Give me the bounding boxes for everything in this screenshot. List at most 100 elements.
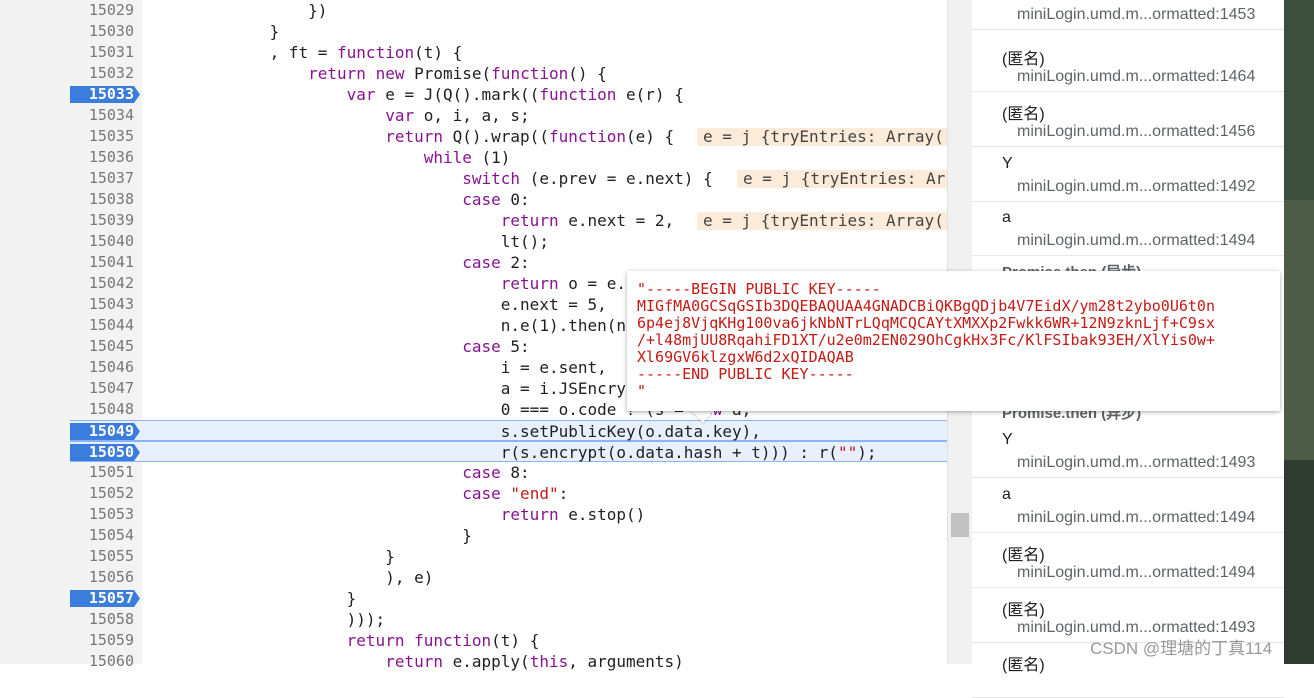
code-text: e.next = 5, [154, 295, 607, 314]
watermark: CSDN @理塘的丁真114 [1090, 639, 1273, 658]
frame-location-link[interactable]: miniLogin.umd.m...ormatted:1494 [1017, 564, 1255, 582]
code-line[interactable]: 15036 while (1) [70, 147, 947, 168]
editor-left-margin [0, 0, 70, 664]
code-text: switch (e.prev = e.next) { [462, 169, 713, 188]
code-line[interactable]: 15050 r(s.encrypt(o.data.hash + t))) : r… [70, 441, 947, 462]
line-number[interactable]: 15045 [70, 336, 134, 357]
call-frame[interactable]: ↑ miniLogin.umd.m...ormatted:1453 [972, 0, 1284, 30]
line-number[interactable]: 15043 [70, 294, 134, 315]
code-line[interactable]: 15040 lt(); [70, 231, 947, 252]
code-line[interactable]: 15059 return function(t) { [70, 630, 947, 651]
frame-location-link[interactable]: miniLogin.umd.m...ormatted:1456 [1017, 123, 1255, 141]
code-text: return e.next = 2, [500, 211, 675, 230]
frame-location-link[interactable]: miniLogin.umd.m...ormatted:1494 [1017, 509, 1255, 527]
line-number[interactable]: 15047 [70, 378, 134, 399]
call-frame[interactable]: (匿名) miniLogin.umd.m...ormatted:1456 [972, 93, 1284, 147]
code-text: lt(); [154, 232, 549, 251]
line-number[interactable]: 15058 [70, 609, 134, 630]
code-line[interactable]: 15055 } [70, 546, 947, 567]
line-number[interactable]: 15051 [70, 462, 134, 483]
frame-location-link[interactable]: miniLogin.umd.m...ormatted:1453 [1017, 6, 1255, 24]
frame-function-name: (匿名) [1002, 602, 1045, 619]
line-number[interactable]: 15050 [70, 442, 134, 463]
line-number[interactable]: 15036 [70, 147, 134, 168]
code-text: ))); [154, 610, 386, 629]
code-line[interactable]: 15049 s.setPublicKey(o.data.key), [70, 420, 947, 441]
code-text: }) [154, 1, 328, 20]
call-frame[interactable]: a miniLogin.umd.m...ormatted:1494 [972, 479, 1284, 533]
code-text: } [154, 22, 280, 41]
frame-location-link[interactable]: miniLogin.umd.m...ormatted:1494 [1017, 232, 1255, 250]
code-line[interactable]: 15060 return e.apply(this, arguments) [70, 651, 947, 672]
line-number[interactable]: 15041 [70, 252, 134, 273]
frame-location-link[interactable]: miniLogin.umd.m...ormatted:1464 [1017, 68, 1255, 86]
call-frame[interactable]: a miniLogin.umd.m...ormatted:1494 [972, 202, 1284, 256]
code-text: case 8: [462, 463, 530, 482]
inline-value-15039: e = j {tryEntries: Array( [697, 212, 950, 230]
code-line[interactable]: 15056 ), e) [70, 567, 947, 588]
line-number[interactable]: 15046 [70, 357, 134, 378]
code-line[interactable]: 15029 }) [70, 0, 947, 21]
code-line[interactable]: 15038 case 0: [70, 189, 947, 210]
line-number[interactable]: 15053 [70, 504, 134, 525]
line-number[interactable]: 15033 [70, 84, 134, 105]
code-text: while (1) [423, 148, 511, 167]
code-text: } [154, 589, 357, 608]
code-line[interactable]: 15053 return e.stop() [70, 504, 947, 525]
public-key-value[interactable]: "-----BEGIN PUBLIC KEY----- MIGfMA0GCSqG… [637, 281, 1272, 400]
line-number[interactable]: 15032 [70, 63, 134, 84]
call-frame[interactable]: YminiLogin.umd.m...ormatted:1493 [972, 424, 1284, 478]
code-text: } [154, 526, 472, 545]
code-line[interactable]: 15052 case "end": [70, 483, 947, 504]
code-line[interactable]: 15058 ))); [70, 609, 947, 630]
scrollbar-thumb[interactable] [951, 513, 969, 537]
variable-preview-popover[interactable]: "-----BEGIN PUBLIC KEY----- MIGfMA0GCSqG… [627, 271, 1280, 411]
line-number[interactable]: 15044 [70, 315, 134, 336]
line-number[interactable]: 15035 [70, 126, 134, 147]
code-line[interactable]: 15030 } [70, 21, 947, 42]
frame-function-name: (匿名) [1002, 51, 1045, 68]
code-text: } [154, 547, 395, 566]
line-number[interactable]: 15052 [70, 483, 134, 504]
line-number[interactable]: 15029 [70, 0, 134, 21]
line-number[interactable]: 15055 [70, 546, 134, 567]
code-text: return new Promise(function() { [308, 64, 607, 83]
line-number[interactable]: 15037 [70, 168, 134, 189]
line-number[interactable]: 15042 [70, 273, 134, 294]
line-number[interactable]: 15057 [70, 588, 134, 609]
frame-function-name: Y [1002, 431, 1013, 448]
line-number[interactable]: 15034 [70, 105, 134, 126]
code-line[interactable]: 15033 var e = J(Q().mark((function e(r) … [70, 84, 947, 105]
frame-function-name: (匿名) [1002, 547, 1045, 564]
code-line[interactable]: 15041 case 2: [70, 252, 947, 273]
line-number[interactable]: 15060 [70, 651, 134, 672]
line-number[interactable]: 15049 [70, 421, 134, 442]
frame-function-name: (匿名) [1002, 106, 1045, 123]
line-number[interactable]: 15048 [70, 399, 134, 420]
code-line[interactable]: 15031 , ft = function(t) { [70, 42, 947, 63]
frame-location-link[interactable]: miniLogin.umd.m...ormatted:1492 [1017, 178, 1255, 196]
line-number[interactable]: 15031 [70, 42, 134, 63]
call-frame[interactable]: (匿名) miniLogin.umd.m...ormatted:1464 [972, 38, 1284, 92]
code-text: i = e.sent, [154, 358, 607, 377]
line-number[interactable]: 15030 [70, 21, 134, 42]
code-line[interactable]: 15054 } [70, 525, 947, 546]
line-number[interactable]: 15038 [70, 189, 134, 210]
code-text: a = i.JSEncry [154, 379, 627, 398]
line-number[interactable]: 15059 [70, 630, 134, 651]
frame-function-name: Y [1002, 155, 1013, 172]
line-number[interactable]: 15054 [70, 525, 134, 546]
line-number[interactable]: 15039 [70, 210, 134, 231]
line-number[interactable]: 15040 [70, 231, 134, 252]
code-text: return o = e. [500, 274, 627, 293]
code-text: case "end": [462, 484, 569, 503]
code-line[interactable]: 15032 return new Promise(function() { [70, 63, 947, 84]
line-number[interactable]: 15056 [70, 567, 134, 588]
code-line[interactable]: 15051 case 8: [70, 462, 947, 483]
code-line[interactable]: 15034 var o, i, a, s; [70, 105, 947, 126]
call-frame[interactable]: YminiLogin.umd.m...ormatted:1492 [972, 148, 1284, 202]
call-frame[interactable]: (匿名) miniLogin.umd.m...ormatted:1494 [972, 534, 1284, 588]
code-line[interactable]: 15057 } [70, 588, 947, 609]
frame-location-link[interactable]: miniLogin.umd.m...ormatted:1493 [1017, 454, 1255, 472]
code-text: n.e(1).then(n [154, 316, 627, 335]
